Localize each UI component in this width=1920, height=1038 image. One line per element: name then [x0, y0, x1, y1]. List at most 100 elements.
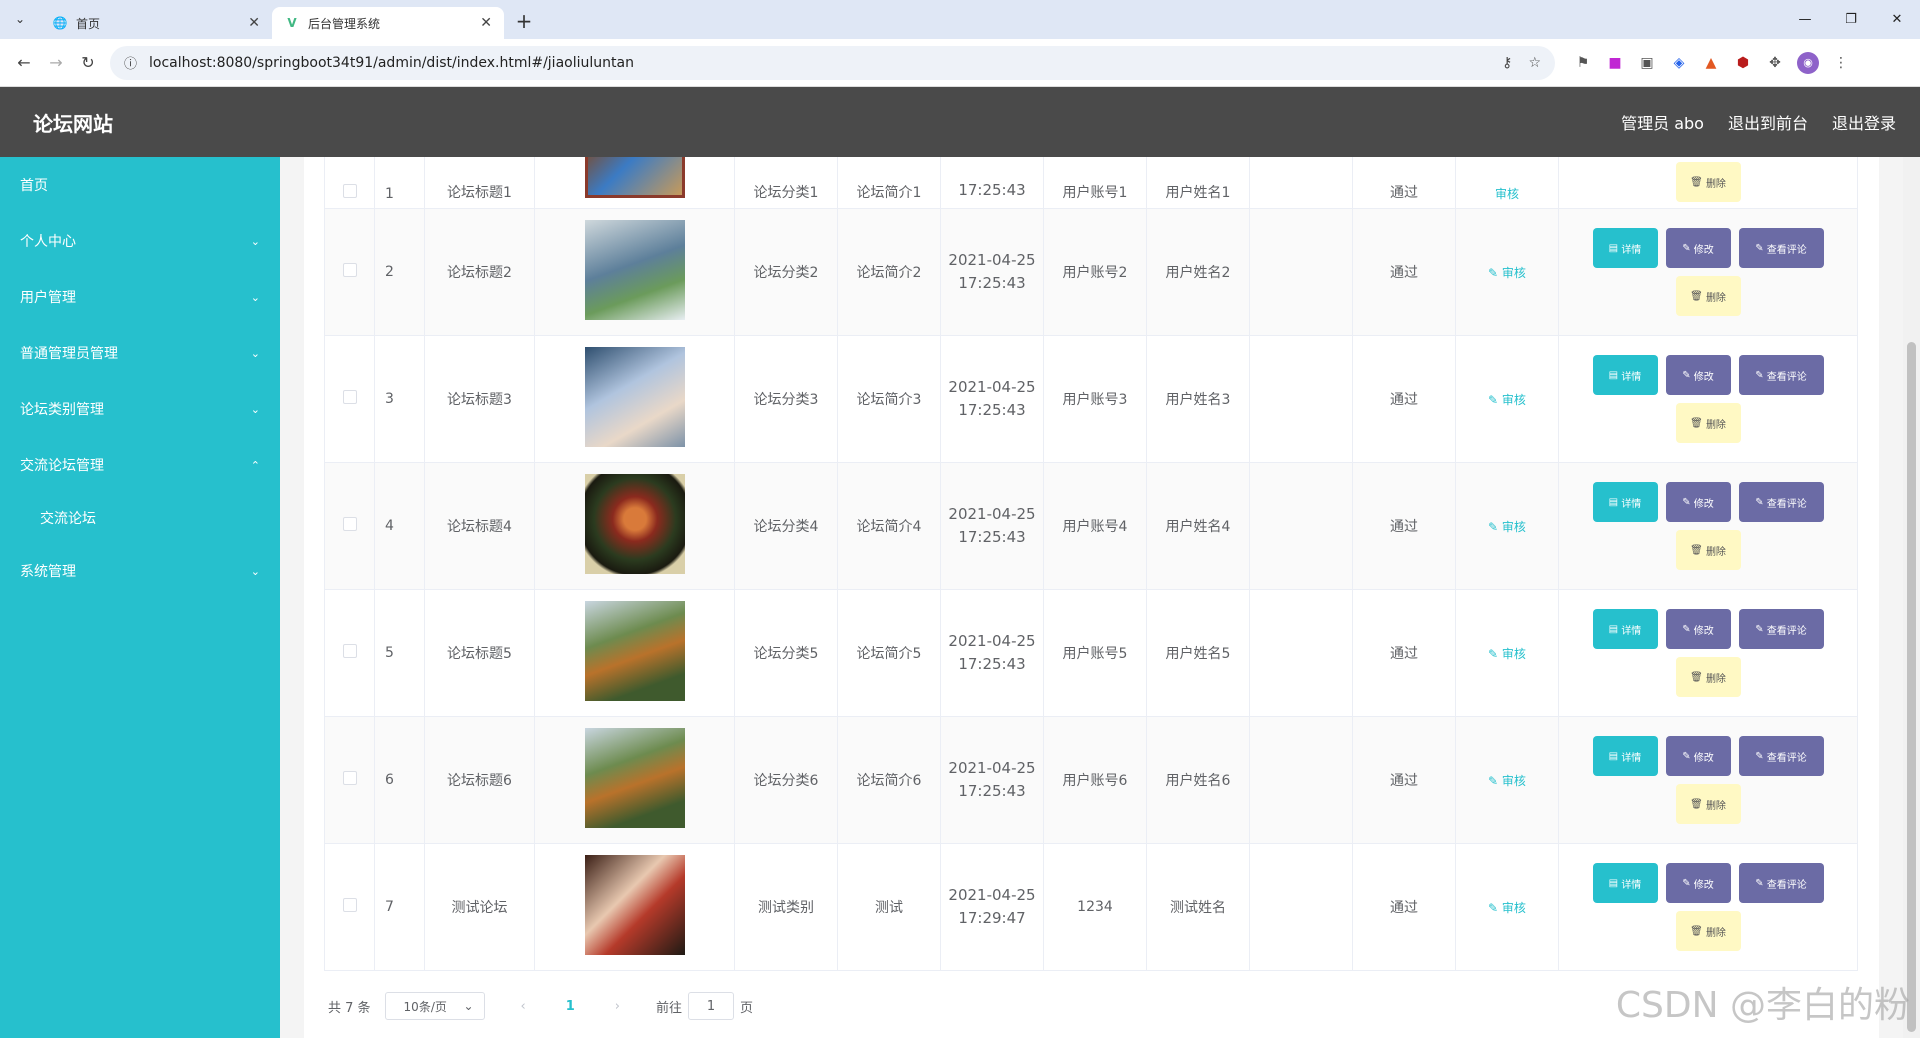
sidebar-item-system[interactable]: 系统管理 ⌄ [0, 543, 280, 599]
password-key-icon[interactable]: ⚷ [1502, 55, 1512, 71]
sidebar-item-users[interactable]: 用户管理 ⌄ [0, 269, 280, 325]
sidebar-item-label: 交流论坛管理 [20, 458, 104, 474]
detail-label: 详情 [1621, 498, 1642, 510]
row-account: 用户账号5 [1043, 589, 1147, 717]
minimize-icon[interactable]: — [1782, 0, 1828, 39]
row-checkbox[interactable] [342, 898, 357, 912]
sidebar-item-home[interactable]: 首页 [0, 157, 280, 213]
delete-button[interactable]: 🗑 删除 [1675, 784, 1741, 824]
current-page[interactable]: 1 [566, 999, 575, 1014]
reload-icon[interactable]: ↻ [72, 47, 104, 79]
prev-page-icon[interactable]: ‹ [521, 999, 526, 1014]
more-menu-icon[interactable]: ⋮ [1825, 47, 1857, 79]
view-comments-button[interactable]: ✎ 查看评论 [1738, 609, 1824, 649]
exit-to-front-link[interactable]: 退出到前台 [1728, 110, 1808, 134]
delete-button[interactable]: 🗑 删除 [1675, 162, 1741, 202]
audit-link[interactable]: ✎ 审核 [1488, 266, 1526, 280]
detail-button[interactable]: ▤ 详情 [1592, 863, 1658, 903]
view-comments-button[interactable]: ✎ 查看评论 [1738, 482, 1824, 522]
audit-link[interactable]: ✎ 审核 [1488, 774, 1526, 788]
view-comments-button[interactable]: ✎ 查看评论 [1738, 863, 1824, 903]
delete-button[interactable]: 🗑 删除 [1675, 911, 1741, 951]
scrollbar-thumb[interactable] [1907, 342, 1916, 1032]
detail-button[interactable]: ▤ 详情 [1592, 736, 1658, 776]
extension-icon[interactable]: ■ [1599, 47, 1631, 79]
row-checkbox[interactable] [342, 517, 357, 531]
bookmark-star-icon[interactable]: ☆ [1528, 55, 1541, 71]
close-icon[interactable]: ✕ [480, 15, 492, 31]
edit-pen-icon: ✎ [1488, 392, 1502, 407]
extension-icon[interactable]: ⬢ [1727, 47, 1759, 79]
audit-link[interactable]: ✎ 审核 [1488, 393, 1526, 407]
edit-button[interactable]: ✎ 修改 [1665, 355, 1731, 395]
sidebar-item-categories[interactable]: 论坛类别管理 ⌄ [0, 381, 280, 437]
detail-button[interactable]: ▤ 详情 [1592, 228, 1658, 268]
row-empty [1249, 208, 1353, 336]
delete-button[interactable]: 🗑 删除 [1675, 657, 1741, 697]
detail-button[interactable]: ▤ 详情 [1592, 482, 1658, 522]
sidebar-item-admins[interactable]: 普通管理员管理 ⌄ [0, 325, 280, 381]
edit-button[interactable]: ✎ 修改 [1665, 736, 1731, 776]
logout-link[interactable]: 退出登录 [1832, 110, 1896, 134]
document-icon: ▤ [1608, 877, 1622, 889]
edit-button[interactable]: ✎ 修改 [1665, 609, 1731, 649]
detail-button[interactable]: ▤ 详情 [1592, 355, 1658, 395]
puzzle-icon[interactable]: ✥ [1759, 47, 1791, 79]
sidebar-item-label: 用户管理 [20, 290, 76, 306]
row-empty [1249, 462, 1353, 590]
row-checkbox[interactable] [342, 644, 357, 658]
restore-icon[interactable]: ❐ [1828, 0, 1874, 39]
extension-icon[interactable]: ▲ [1695, 47, 1727, 79]
row-name: 用户姓名5 [1146, 589, 1250, 717]
view-comments-button[interactable]: ✎ 查看评论 [1738, 736, 1824, 776]
tab-admin[interactable]: V 后台管理系统 ✕ [272, 7, 504, 39]
row-checkbox[interactable] [342, 771, 357, 785]
sidebar-item-forum[interactable]: 交流论坛管理 ⌃ [0, 437, 280, 493]
audit-link[interactable]: ✎ 审核 [1488, 520, 1526, 534]
edit-button[interactable]: ✎ 修改 [1665, 228, 1731, 268]
page-jump-input[interactable]: 1 [688, 992, 735, 1020]
back-icon[interactable]: ← [8, 47, 40, 79]
delete-button[interactable]: 🗑 删除 [1675, 276, 1741, 316]
sidebar-subitem-forum[interactable]: 交流论坛 [0, 493, 280, 543]
delete-button[interactable]: 🗑 删除 [1675, 403, 1741, 443]
row-account: 用户账号6 [1043, 716, 1147, 844]
detail-button[interactable]: ▤ 详情 [1592, 609, 1658, 649]
extension-icon[interactable]: ▣ [1631, 47, 1663, 79]
edit-pen-icon: ✎ [1488, 265, 1502, 280]
page-size-select[interactable]: 10条/页 ⌄ [384, 992, 485, 1020]
view-comments-button[interactable]: ✎ 查看评论 [1738, 228, 1824, 268]
browser-tab-strip: ⌄ 🌐 首页 ✕ V 后台管理系统 ✕ + — ❐ ✕ [0, 0, 1920, 39]
tab-search-icon[interactable]: ⌄ [8, 7, 32, 31]
row-account: 用户账号2 [1043, 208, 1147, 336]
forward-icon[interactable]: → [40, 47, 72, 79]
edit-pen-icon: ✎ [1755, 623, 1767, 635]
row-checkbox[interactable] [342, 263, 357, 277]
address-bar[interactable]: ⓘ localhost:8080/springboot34t91/admin/d… [110, 45, 1555, 80]
row-checkbox[interactable] [342, 184, 357, 198]
audit-link[interactable]: 审核 [1495, 187, 1519, 201]
close-window-icon[interactable]: ✕ [1874, 0, 1920, 39]
edit-button[interactable]: ✎ 修改 [1665, 482, 1731, 522]
profile-avatar[interactable]: ◉ [1797, 51, 1819, 74]
delete-button[interactable]: 🗑 删除 [1675, 530, 1741, 570]
tab-home[interactable]: 🌐 首页 ✕ [40, 7, 272, 39]
close-icon[interactable]: ✕ [248, 15, 260, 31]
audit-link[interactable]: ✎ 审核 [1488, 647, 1526, 661]
view-comments-button[interactable]: ✎ 查看评论 [1738, 355, 1824, 395]
next-page-icon[interactable]: › [615, 999, 620, 1014]
site-info-icon[interactable]: ⓘ [124, 53, 137, 72]
extension-icon[interactable]: ⚑ [1567, 47, 1599, 79]
row-intro: 论坛简介6 [837, 716, 941, 844]
extension-icon[interactable]: ◈ [1663, 47, 1695, 79]
page-scrollbar[interactable] [1903, 157, 1920, 1038]
new-tab-icon[interactable]: + [510, 7, 538, 35]
edit-button[interactable]: ✎ 修改 [1665, 863, 1731, 903]
audit-link[interactable]: ✎ 审核 [1488, 901, 1526, 915]
row-name: 用户姓名2 [1146, 208, 1250, 336]
row-checkbox[interactable] [342, 390, 357, 404]
sidebar-item-personal[interactable]: 个人中心 ⌄ [0, 213, 280, 269]
chevron-down-icon: ⌄ [250, 290, 260, 304]
forum-thumbnail-interior [584, 855, 685, 955]
table-row: 4 论坛标题4 论坛分类4 论坛简介4 2021-04-25 17:25:43 用… [324, 462, 1858, 590]
